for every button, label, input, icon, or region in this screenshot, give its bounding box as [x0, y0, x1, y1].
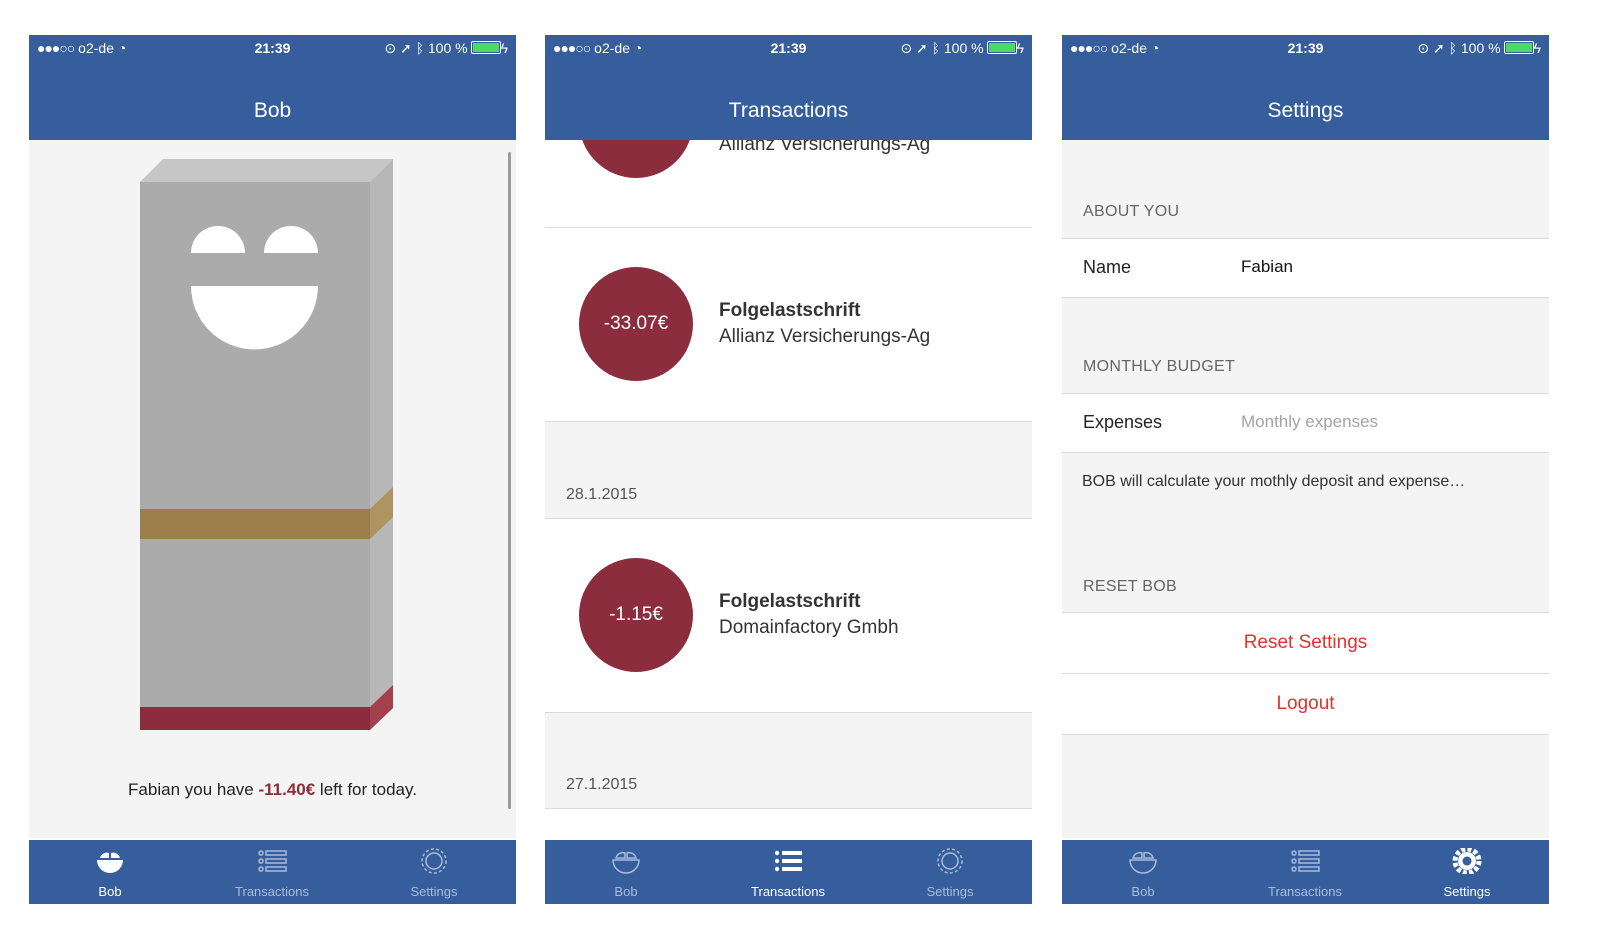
status-bar: ●●●○○ o2-de ◔ 21:39 ⊙ ➚ ᛒ 100 % ϟ	[1062, 35, 1549, 61]
tab-label: Settings	[926, 884, 974, 899]
battery-icon	[1503, 41, 1534, 54]
list-icon	[774, 850, 802, 872]
expenses-input[interactable]: Monthly expenses	[1241, 412, 1378, 432]
scrollbar[interactable]	[508, 152, 511, 809]
charging-icon: ϟ	[1533, 40, 1541, 56]
tab-bob[interactable]: Bob	[29, 840, 191, 904]
tab-transactions[interactable]: Transactions	[707, 840, 869, 904]
tab-label: Bob	[98, 884, 122, 899]
gear-icon	[1452, 848, 1482, 874]
battery-percent: 100 %	[943, 40, 984, 56]
reset-settings-button[interactable]: Reset Settings	[1062, 612, 1549, 674]
tab-settings[interactable]: Settings	[869, 840, 1031, 904]
tab-bar: Bob Transactions Settings	[1062, 840, 1549, 904]
section-header-budget: MONTHLY BUDGET	[1083, 358, 1236, 375]
nav-bar: Bob	[29, 61, 516, 140]
bob-face-icon	[1129, 851, 1157, 874]
name-label: Name	[1083, 257, 1132, 277]
transactions-list: Allianz Versicherungs-Ag -33.07€ Folgela…	[545, 140, 1032, 838]
name-field[interactable]: Fabian	[1241, 257, 1293, 277]
tab-label: Transactions	[1268, 884, 1342, 899]
amount-badge: -1.15€	[579, 558, 693, 672]
charging-icon: ϟ	[1016, 40, 1024, 56]
daily-budget-message: Fabian you have -11.40€ left for today.	[128, 780, 417, 799]
battery-percent: 100 %	[427, 40, 468, 56]
page-title: Bob	[253, 99, 292, 122]
expenses-row[interactable]: Expenses Monthly expenses	[1062, 393, 1549, 453]
nav-bar: Settings	[1062, 61, 1549, 140]
tab-settings[interactable]: Settings	[353, 840, 515, 904]
bob-face-icon	[97, 852, 123, 873]
amount-badge	[579, 140, 693, 178]
tab-label: Bob	[1131, 884, 1155, 899]
gear-icon	[937, 848, 963, 874]
section-header-about: ABOUT YOU	[1083, 203, 1180, 220]
tab-bob[interactable]: Bob	[545, 840, 707, 904]
list-icon	[258, 850, 287, 872]
nav-bar: Transactions	[545, 61, 1032, 140]
phone-bob-screen: ●●●○○ o2-de ◔ 21:39 ⊙ ➚ ᛒ 100 % ϟ Bob Fa…	[29, 35, 516, 904]
status-bar: ●●●○○ o2-de ◔ 21:39 ⊙ ➚ ᛒ 100 % ϟ	[29, 35, 516, 61]
transaction-merchant: Allianz Versicherungs-Ag	[719, 140, 931, 155]
transaction-merchant: Domainfactory Gmbh	[719, 617, 899, 638]
amount-badge: -33.07€	[579, 267, 693, 381]
budget-footnote: BOB will calculate your mothly deposit a…	[1082, 473, 1466, 490]
location-icon: ➚	[915, 40, 928, 56]
phone-settings-screen: ●●●○○ o2-de ◔ 21:39 ⊙ ➚ ᛒ 100 % ϟ Setting…	[1062, 35, 1549, 904]
tab-label: Settings	[410, 884, 458, 899]
transaction-type: Folgelastschrift	[719, 300, 861, 321]
tab-label: Bob	[614, 884, 638, 899]
section-date: 27.1.2015	[566, 776, 638, 793]
tab-bar: Bob Transactions Settings	[29, 840, 516, 904]
list-icon	[1291, 850, 1320, 872]
tab-transactions[interactable]: Transactions	[1224, 840, 1386, 904]
section-header-reset: RESET BOB	[1083, 578, 1177, 595]
bluetooth-icon: ᛒ	[931, 40, 940, 56]
battery-icon	[470, 41, 501, 54]
rotation-lock-icon: ⊙	[1417, 40, 1430, 56]
bob-face-icon	[612, 851, 640, 874]
transaction-type: Folgelastschrift	[719, 591, 861, 612]
date-section-header: 27.1.2015	[545, 713, 1032, 809]
charging-icon: ϟ	[500, 40, 508, 56]
bob-character-illustration	[140, 159, 393, 730]
daily-remaining-amount: -11.40€	[258, 780, 316, 799]
tab-transactions[interactable]: Transactions	[191, 840, 353, 904]
tab-bob[interactable]: Bob	[1062, 840, 1224, 904]
tab-label: Transactions	[235, 884, 309, 899]
battery-icon	[986, 41, 1017, 54]
name-row[interactable]: Name Fabian	[1062, 238, 1549, 298]
location-icon: ➚	[1432, 40, 1445, 56]
bluetooth-icon: ᛒ	[415, 40, 424, 56]
bluetooth-icon: ᛒ	[1448, 40, 1457, 56]
rotation-lock-icon: ⊙	[384, 40, 397, 56]
rotation-lock-icon: ⊙	[900, 40, 913, 56]
transaction-row[interactable]: Allianz Versicherungs-Ag	[545, 140, 1032, 228]
settings-content: ABOUT YOU Name Fabian MONTHLY BUDGET Exp…	[1062, 140, 1549, 838]
page-title: Transactions	[728, 99, 849, 122]
page-title: Settings	[1267, 99, 1344, 122]
logout-button[interactable]: Logout	[1062, 674, 1549, 735]
status-bar: ●●●○○ o2-de ◔ 21:39 ⊙ ➚ ᛒ 100 % ϟ	[545, 35, 1032, 61]
section-date: 28.1.2015	[566, 486, 638, 503]
transaction-row[interactable]: -1.15€ Folgelastschrift Domainfactory Gm…	[545, 519, 1032, 713]
battery-percent: 100 %	[1460, 40, 1501, 56]
tab-label: Transactions	[751, 884, 825, 899]
tab-settings[interactable]: Settings	[1386, 840, 1548, 904]
location-icon: ➚	[399, 40, 412, 56]
date-section-header: 28.1.2015	[545, 422, 1032, 519]
bob-content: Fabian you have -11.40€ left for today.	[29, 140, 516, 838]
transaction-merchant: Allianz Versicherungs-Ag	[719, 326, 931, 347]
gear-icon	[421, 848, 447, 874]
expenses-label: Expenses	[1083, 412, 1163, 432]
tab-label: Settings	[1443, 884, 1491, 899]
phone-transactions-screen: ●●●○○ o2-de ◔ 21:39 ⊙ ➚ ᛒ 100 % ϟ Allianz…	[545, 35, 1032, 904]
tab-bar: Bob Transactions Settings	[545, 840, 1032, 904]
transaction-row[interactable]: -33.07€ Folgelastschrift Allianz Versich…	[545, 228, 1032, 422]
